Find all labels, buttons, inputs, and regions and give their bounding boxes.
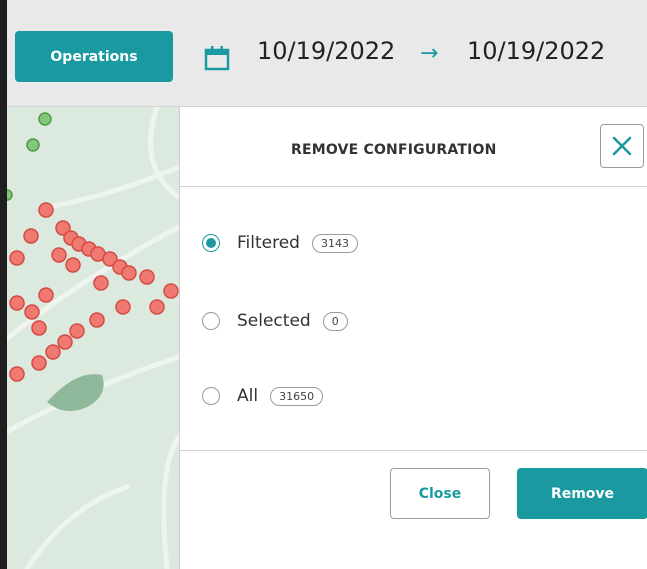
date-from[interactable]: 10/19/2022 [257,37,395,65]
option-label: Selected [237,311,311,331]
close-button[interactable]: Close [390,468,490,519]
radio-filtered[interactable] [202,234,220,252]
footer-divider [180,450,647,451]
option-label: Filtered [237,233,300,253]
count-badge: 31650 [270,386,324,406]
operations-button[interactable]: Operations [15,31,173,82]
toolbar: Operations 10/19/2022 → 10/19/2022 [7,0,647,107]
calendar-icon[interactable] [204,45,230,71]
close-icon[interactable] [600,124,644,168]
count-badge: 0 [322,311,348,331]
map-canvas [7,107,179,569]
map-view[interactable] [7,107,179,569]
panel-header: REMOVE CONFIGURATION [180,107,647,187]
window-edge [0,0,7,569]
map-markers [9,202,179,382]
count-badge: 3143 [311,233,358,253]
remove-configuration-panel: REMOVE CONFIGURATION Filtered 3143 Selec… [179,107,647,569]
panel-title: REMOVE CONFIGURATION [291,142,497,158]
remove-button[interactable]: Remove [517,468,647,519]
date-to[interactable]: 10/19/2022 [467,37,605,65]
date-range-arrow-icon: → [420,41,439,66]
radio-selected[interactable] [202,312,220,330]
radio-all[interactable] [202,387,220,405]
option-label: All [237,386,259,406]
option-all[interactable]: All 31650 [202,384,324,408]
option-selected[interactable]: Selected 0 [202,309,348,333]
option-filtered[interactable]: Filtered 3143 [202,231,358,255]
